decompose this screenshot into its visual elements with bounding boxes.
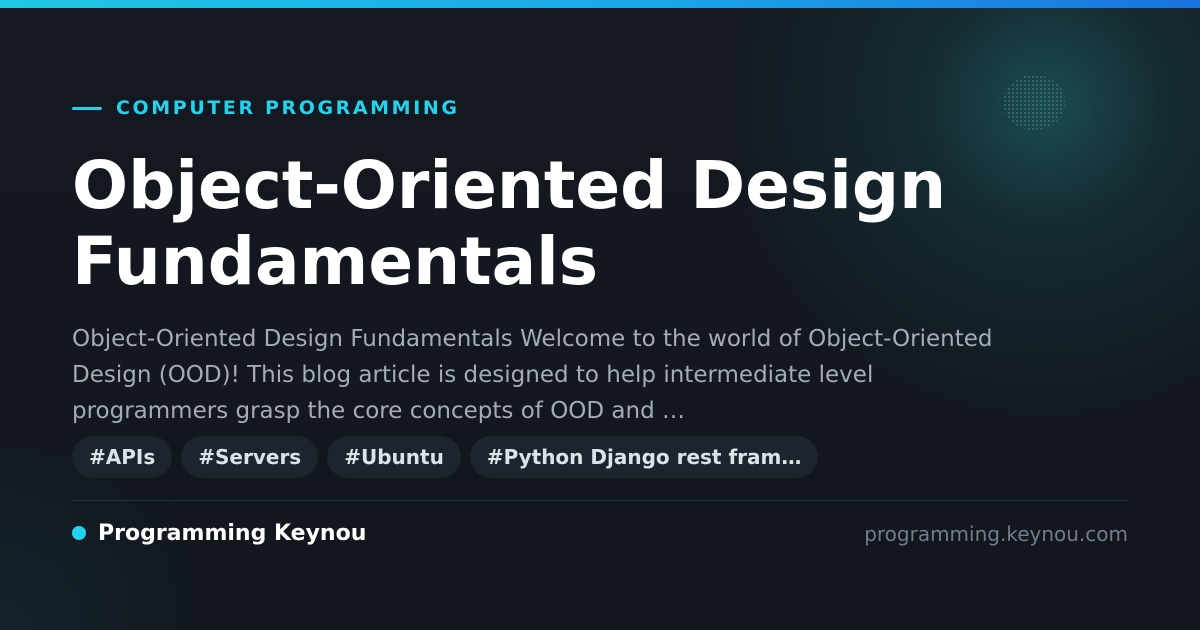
category-label: COMPUTER PROGRAMMING — [72, 96, 460, 120]
brand-name: Programming Keynou — [98, 520, 367, 546]
site-domain: programming.keynou.com — [864, 522, 1128, 546]
tag-apis[interactable]: #APIs — [72, 436, 173, 478]
article-title: Object-Oriented Design Fundamentals — [72, 147, 947, 300]
category-dash-icon — [72, 106, 102, 110]
dot-pattern-decoration — [1003, 75, 1065, 130]
tag-servers[interactable]: #Servers — [181, 436, 319, 478]
brand: Programming Keynou — [72, 518, 366, 548]
tag-ubuntu[interactable]: #Ubuntu — [327, 436, 461, 478]
brand-dot-icon — [72, 526, 86, 540]
article-description: Object-Oriented Design Fundamentals Welc… — [72, 326, 993, 424]
tag-list: #APIs #Servers #Ubuntu #Python Django re… — [72, 436, 819, 478]
accent-top-bar — [0, 0, 1200, 8]
category-text: COMPUTER PROGRAMMING — [116, 97, 460, 119]
footer-divider — [72, 500, 1129, 501]
share-card: COMPUTER PROGRAMMING Object-Oriented Des… — [0, 0, 1200, 630]
tag-python-django[interactable]: #Python Django rest fram… — [469, 436, 819, 478]
